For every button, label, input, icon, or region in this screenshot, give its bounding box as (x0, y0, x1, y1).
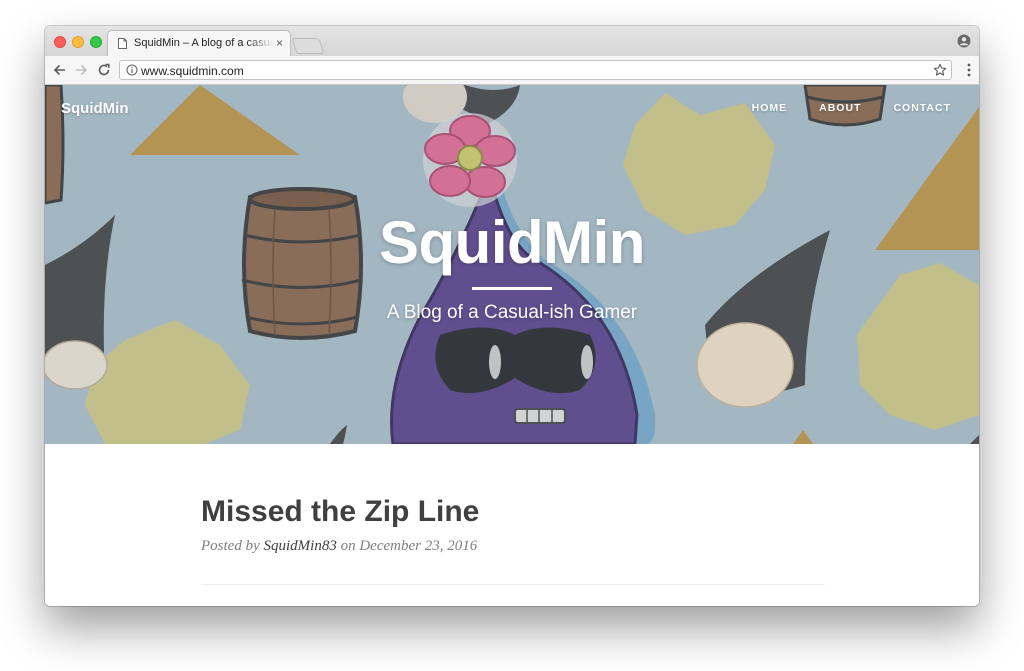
info-icon[interactable] (126, 64, 138, 76)
nav-contact-link[interactable]: CONTACT (893, 102, 951, 114)
site-nav: HOME ABOUT CONTACT (752, 102, 951, 114)
web-page: SquidMin HOME ABOUT CONTACT SquidMin A B… (45, 85, 979, 606)
post-date: December 23, 2016 (359, 538, 478, 554)
tab-title: SquidMin – A blog of a casual-ish Gamer (134, 37, 274, 49)
minimize-window-button[interactable] (72, 36, 84, 48)
post-divider (201, 584, 825, 585)
site-brand-link[interactable]: SquidMin (61, 100, 129, 117)
new-tab-button[interactable] (291, 38, 325, 54)
post-meta: Posted by SquidMin83 on December 23, 201… (201, 538, 825, 555)
profile-icon[interactable] (957, 34, 971, 48)
posted-by-label: Posted by (201, 538, 260, 554)
zoom-window-button[interactable] (90, 36, 102, 48)
nav-about-link[interactable]: ABOUT (819, 102, 861, 114)
star-icon[interactable] (933, 63, 947, 77)
reload-icon[interactable] (96, 62, 112, 78)
browser-tab[interactable]: SquidMin – A blog of a casual-ish Gamer … (107, 30, 291, 56)
close-tab-icon[interactable]: × (276, 36, 283, 50)
on-label: on (340, 538, 356, 554)
kebab-menu-icon[interactable] (967, 63, 971, 77)
post-preview: Missed the Zip Line Posted by SquidMin83… (201, 495, 825, 555)
post-author-link[interactable]: SquidMin83 (263, 538, 336, 554)
browser-toolbar: www.squidmin.com (45, 56, 979, 85)
document-icon (118, 38, 127, 49)
hero-title: SquidMin (379, 209, 645, 276)
arrow-left-icon[interactable] (52, 62, 68, 78)
url-text[interactable]: www.squidmin.com (141, 64, 244, 78)
browser-window: SquidMin – A blog of a casual-ish Gamer … (45, 26, 979, 606)
nav-home-link[interactable]: HOME (752, 102, 788, 114)
hero-subtitle: A Blog of a Casual-ish Gamer (386, 302, 638, 323)
arrow-right-icon[interactable] (73, 62, 89, 78)
close-window-button[interactable] (54, 36, 66, 48)
hero-header: SquidMin HOME ABOUT CONTACT SquidMin A B… (45, 85, 979, 444)
address-bar[interactable]: www.squidmin.com (119, 60, 952, 80)
tab-strip: SquidMin – A blog of a casual-ish Gamer … (45, 26, 979, 56)
post-title-link[interactable]: Missed the Zip Line (201, 495, 825, 529)
hero-divider (472, 287, 552, 290)
